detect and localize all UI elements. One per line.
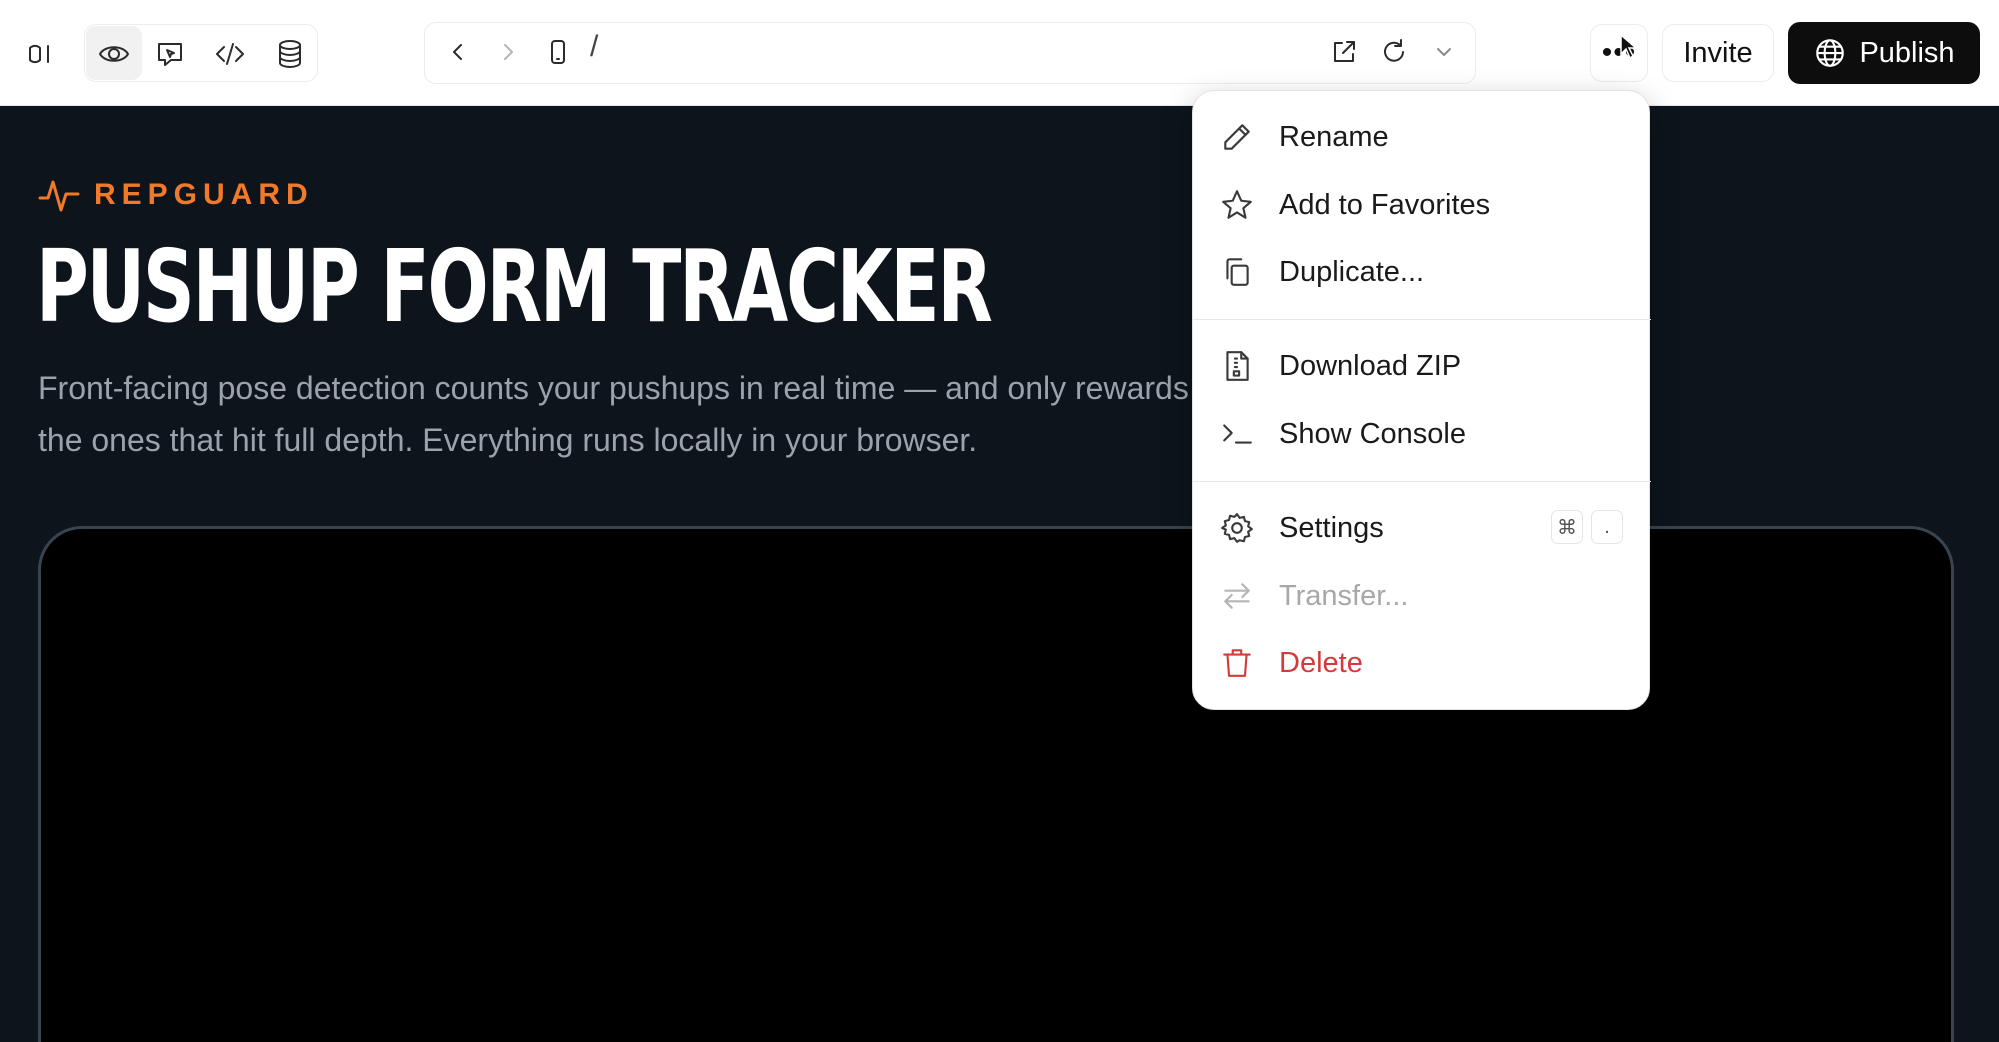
menu-item-delete[interactable]: Delete <box>1193 633 1651 693</box>
menu-divider <box>1193 481 1651 482</box>
url-path[interactable]: / <box>590 30 598 64</box>
phone-icon[interactable] <box>540 34 576 70</box>
brand: REPGUARD <box>38 174 314 216</box>
code-icon[interactable] <box>210 34 250 74</box>
menu-item-show-console[interactable]: Show Console <box>1193 404 1651 464</box>
publish-label: Publish <box>1859 36 1955 69</box>
menu-item-add-to-favorites[interactable]: Add to Favorites <box>1193 175 1651 235</box>
menu-item-rename[interactable]: Rename <box>1193 107 1651 167</box>
menu-divider <box>1193 319 1651 320</box>
gear-icon <box>1219 510 1255 546</box>
sidebar-toggle-icon[interactable] <box>20 34 60 74</box>
url-bar <box>424 22 1476 84</box>
menu-item-settings[interactable]: Settings ⌘ . <box>1193 498 1651 558</box>
mouse-cursor-icon <box>1620 34 1638 60</box>
brand-name: REPGUARD <box>94 178 314 211</box>
page-title: PUSHUP FORM TRACKER <box>36 228 993 345</box>
external-link-icon[interactable] <box>1326 34 1362 70</box>
copy-icon <box>1219 254 1255 290</box>
cursor-chat-icon[interactable] <box>150 34 190 74</box>
menu-item-label: Add to Favorites <box>1279 188 1491 221</box>
chevron-right-icon[interactable] <box>490 34 526 70</box>
shortcut-key-period: . <box>1591 510 1623 544</box>
chevron-down-icon[interactable] <box>1426 34 1462 70</box>
publish-button[interactable]: Publish <box>1788 22 1980 84</box>
chevron-left-icon[interactable] <box>440 34 476 70</box>
menu-item-label: Download ZIP <box>1279 349 1462 382</box>
page-subtitle: Front-facing pose detection counts your … <box>38 370 1189 458</box>
shortcut-key-cmd: ⌘ <box>1551 510 1583 544</box>
menu-item-label: Show Console <box>1279 417 1466 450</box>
menu-item-duplicate[interactable]: Duplicate... <box>1193 242 1651 302</box>
trash-icon <box>1219 645 1255 681</box>
eye-icon[interactable] <box>94 34 134 74</box>
pencil-icon <box>1219 119 1255 155</box>
globe-icon <box>1816 39 1845 67</box>
menu-item-label: Settings <box>1279 511 1384 544</box>
star-icon <box>1219 187 1255 223</box>
transfer-icon <box>1219 578 1255 614</box>
more-options-button[interactable]: ••• <box>1590 24 1648 82</box>
database-icon[interactable] <box>270 34 310 74</box>
terminal-icon <box>1219 416 1255 452</box>
top-toolbar: / ••• Invite Publish <box>0 0 1999 106</box>
refresh-icon[interactable] <box>1376 34 1412 70</box>
pulse-icon <box>38 180 80 212</box>
camera-feed[interactable] <box>38 526 1954 1042</box>
options-menu: Rename Add to Favorites Duplicate... Dow… <box>1192 90 1651 710</box>
file-zip-icon <box>1219 348 1255 384</box>
menu-item-label: Duplicate... <box>1279 255 1425 288</box>
menu-item-download-zip[interactable]: Download ZIP <box>1193 336 1651 396</box>
menu-item-label: Transfer... <box>1279 579 1409 612</box>
menu-item-label: Rename <box>1279 120 1389 153</box>
invite-button[interactable]: Invite <box>1662 24 1774 82</box>
menu-item-transfer: Transfer... <box>1193 566 1651 626</box>
menu-item-label: Delete <box>1279 646 1363 679</box>
app-preview: REPGUARD PUSHUP FORM TRACKER Front-facin… <box>0 106 1999 1042</box>
